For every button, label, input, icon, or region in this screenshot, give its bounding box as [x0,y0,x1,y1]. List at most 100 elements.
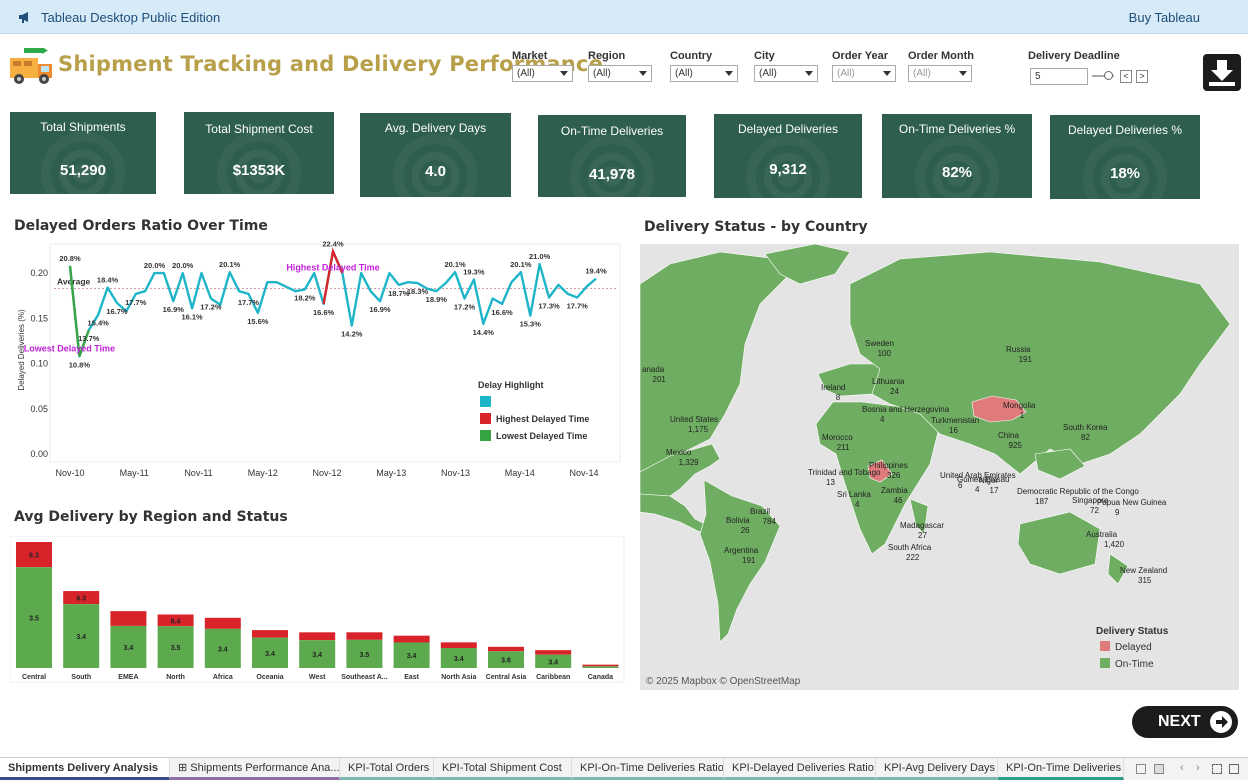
lowest-annotation: Lowest Delayed Time [24,343,115,353]
tab-kpi-total-shipment-cost[interactable]: KPI-Total Shipment Cost [434,758,572,780]
kpi-delayed-deliveries[interactable]: Delayed Deliveries 9,312 [714,114,862,198]
download-button[interactable] [1203,54,1241,91]
tab-shipments-performance[interactable]: ⊞ Shipments Performance Ana... [170,758,340,780]
tab-kpi-on-time-deliveries[interactable]: KPI-On-Time Deliveries [998,758,1124,780]
category-label: Southeast A... [341,674,387,681]
order-month-filter[interactable]: Order Month (All) [908,50,974,82]
tab-label: KPI-On-Time Deliveries Ratio [580,762,724,774]
data-label: 20.0% [144,261,166,270]
map-country-value: 100 [878,349,892,358]
map-country-name: Turkmenistan [931,416,979,425]
map-country-name: Russia [1006,345,1031,354]
category-label: South [71,674,91,681]
arrow-right-icon [1210,711,1232,733]
data-label: 14.2% [341,330,363,339]
kpi-on-time-deliveries-pct[interactable]: On-Time Deliveries % 82% [882,114,1032,198]
market-select[interactable]: (All) [512,65,573,82]
map-country-name: New Zealand [1120,566,1167,575]
y-tick-label: 0.20 [30,268,48,278]
highest-annotation: Highest Delayed Time [286,262,379,272]
city-select[interactable]: (All) [754,65,818,82]
map-country-name: Australia [1086,530,1118,539]
map-title: Delivery Status - by Country [644,219,868,235]
data-label: 16.9% [369,305,391,314]
avg-delivery-bar-chart[interactable]: 3.5 6.3 Central 3.4 6.3 South 3.4 EMEA 3.5 6.4 Nor… [10,536,625,686]
delayed-ratio-line-chart[interactable]: 0.000.050.100.150.20Delayed Deliveries (… [10,240,625,485]
decrement-button[interactable]: < [1120,70,1132,83]
fit-icon[interactable] [1212,764,1222,774]
data-label: 16.6% [491,308,513,317]
kpi-label: Delayed Deliveries [737,122,839,136]
fullscreen-icon[interactable] [1229,764,1239,774]
data-label: 17.2% [454,302,476,311]
bar-chart-title: Avg Delivery by Region and Status [14,509,288,525]
kpi-on-time-deliveries[interactable]: On-Time Deliveries 41,978 [538,115,686,197]
map-country-name: United States [670,415,718,424]
tab-kpi-on-time-ratio[interactable]: KPI-On-Time Deliveries Ratio [572,758,724,780]
tab-label: KPI-Total Shipment Cost [442,762,562,774]
map-country-value: 82 [1081,433,1090,442]
buy-tableau-link[interactable]: Buy Tableau [1129,10,1200,25]
tab-kpi-total-orders[interactable]: KPI-Total Orders [340,758,434,780]
market-filter[interactable]: Market (All) [512,50,573,82]
tab-shipments-delivery-analysis[interactable]: Shipments Delivery Analysis [0,758,170,780]
chevron-down-icon [560,71,568,76]
map-country-value: 784 [763,517,777,526]
show-sheets-icon[interactable] [1136,764,1146,774]
region-filter[interactable]: Region (All) [588,50,652,82]
city-filter[interactable]: City (All) [754,50,818,82]
kpi-avg-delivery-days[interactable]: Avg. Delivery Days 4.0 [360,113,511,197]
kpi-total-shipment-cost[interactable]: Total Shipment Cost $1353K [184,112,334,194]
legend-label-delayed: Delayed [1115,642,1152,653]
map-country-name: Argentina [724,546,759,555]
order-month-select[interactable]: (All) [908,65,972,82]
bar-value-label: 3.4 [312,652,322,659]
country-select[interactable]: (All) [670,65,738,82]
tab-kpi-delayed-ratio[interactable]: KPI-Delayed Deliveries Ratio [724,758,876,780]
order-year-select[interactable]: (All) [832,65,896,82]
sheet-tabs: Shipments Delivery Analysis ⊞ Shipments … [0,757,1248,780]
map-country-name: Papua New Guinea [1097,498,1167,507]
tab-kpi-avg-delivery-days[interactable]: KPI-Avg Delivery Days [876,758,998,780]
bar-value-label: 6.3 [76,596,86,603]
next-button[interactable]: NEXT [1132,706,1238,738]
x-tick-label: Nov-14 [569,468,598,478]
legend-swatch [480,396,491,407]
scroll-left-icon[interactable]: ‹ [1180,762,1184,774]
tab-label: KPI-Total Orders [348,762,430,774]
bar-value-label: 3.4 [218,646,228,653]
map-country-value: 16 [949,426,958,435]
map-country-value: 187 [1035,497,1049,506]
map-country-value: 17 [990,486,999,495]
map-country-name: Mexico [666,448,692,457]
category-label: Africa [213,674,233,681]
kpi-label: Total Shipments [40,120,126,134]
map-country-value: 4 [975,485,980,494]
filter-label: Delivery Deadline [1028,50,1120,62]
delivery-deadline-input[interactable]: 5 [1030,68,1088,85]
category-label: Canada [588,674,613,681]
map-country-name: anada [642,365,665,374]
bar-delayed [582,664,619,667]
map-country-value: 191 [742,556,756,565]
map-country-name: Brazil [750,507,770,516]
data-label: 17.7% [567,302,589,311]
delivery-deadline-slider-handle[interactable] [1104,71,1113,80]
bar-value-label: 6.3 [29,553,39,560]
kpi-value: 41,978 [589,166,635,183]
delivery-status-map[interactable]: Sweden 100 Russia 191anada 201Ireland 8Lithua… [640,244,1239,690]
country-filter[interactable]: Country (All) [670,50,738,82]
data-label: 15.3% [520,320,542,329]
scroll-right-icon[interactable]: › [1196,762,1200,774]
filmstrip-icon[interactable] [1154,764,1164,774]
order-year-filter[interactable]: Order Year (All) [832,50,896,82]
kpi-delayed-deliveries-pct[interactable]: Delayed Deliveries % 18% [1050,115,1200,199]
tab-label: Shipments Performance Ana... [190,762,340,774]
kpi-value: 18% [1109,165,1141,182]
kpi-total-shipments[interactable]: Total Shipments 51,290 [10,112,156,194]
increment-button[interactable]: > [1136,70,1148,83]
data-label: 20.8% [59,254,81,263]
data-label: 20.1% [219,260,241,269]
region-select[interactable]: (All) [588,65,652,82]
filter-value: (All) [837,68,855,79]
